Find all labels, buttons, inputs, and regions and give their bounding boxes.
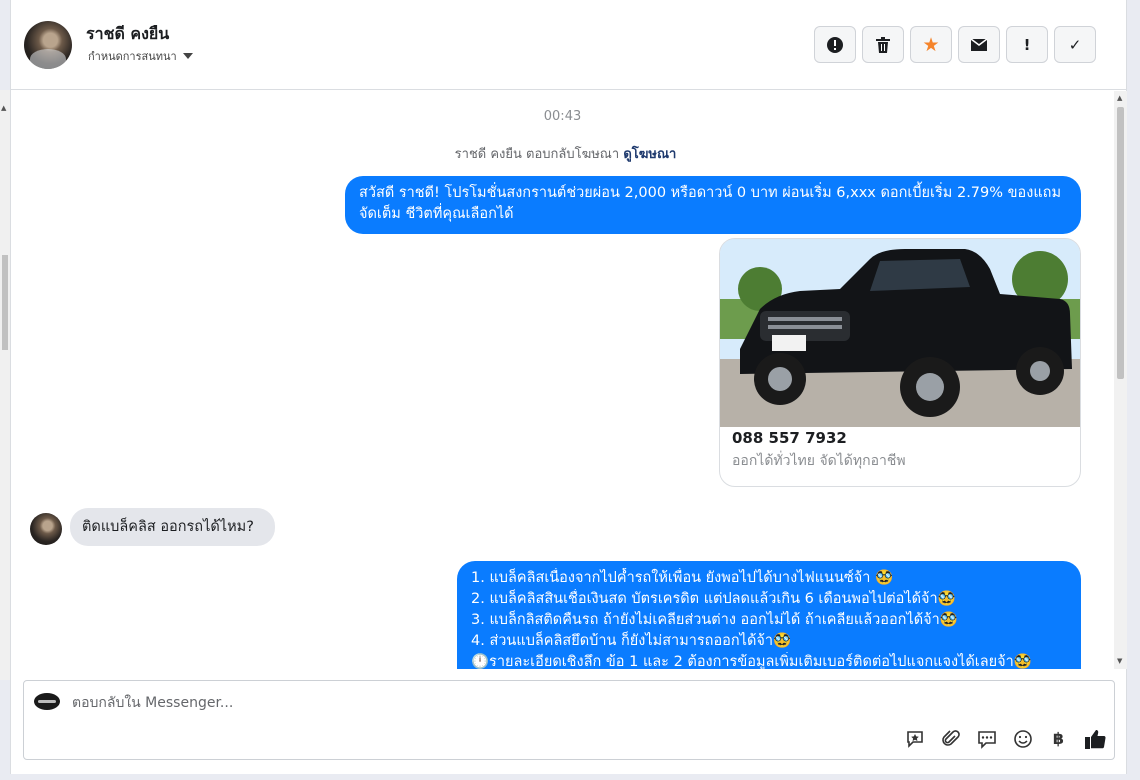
outgoing-message[interactable]: สวัสดี ราชดี! โปรโมชั่นสงกรานต์ช่วยผ่อน … xyxy=(345,176,1081,234)
scrollbar-thumb[interactable] xyxy=(2,255,8,350)
outgoing-message[interactable]: 1. แบล็คลิสเนื่องจากไปค้ำรถให้เพื่อน ยัง… xyxy=(457,561,1081,669)
scrollbar-thumb[interactable] xyxy=(1117,107,1124,379)
saved-reply-icon[interactable] xyxy=(903,727,926,750)
pickup-truck-image xyxy=(720,239,1080,427)
contact-avatar[interactable] xyxy=(24,21,72,69)
contact-name[interactable]: ราชดี คงยืน xyxy=(86,22,169,47)
checkmark-icon: ✓ xyxy=(1068,35,1082,54)
mark-unread-button[interactable] xyxy=(958,26,1000,63)
page-avatar xyxy=(34,693,60,710)
message-line: 🕛รายละเอียดเชิงลึก ข้อ 1 และ 2 ต้องการข้… xyxy=(471,654,1032,669)
view-ad-link[interactable]: ดูโฆษณา xyxy=(623,147,676,162)
scroll-up-arrow-icon[interactable]: ▲ xyxy=(1,104,6,112)
ad-card[interactable]: 088 557 7932 ออกได้ทั่วไทย จัดได้ทุกอาชี… xyxy=(719,238,1081,487)
conversation-settings-dropdown[interactable]: กำหนดการสนทนา xyxy=(88,47,193,65)
delete-button[interactable] xyxy=(862,26,904,63)
reply-composer: ฿ xyxy=(23,680,1115,760)
caret-down-icon xyxy=(182,53,193,59)
ad-description: ออกได้ทั่วไทย จัดได้ทุกอาชีพ xyxy=(732,453,906,469)
message-line: 4. ส่วนแบล็คลิสยึดบ้าน ก็ยังไม่สามารถออก… xyxy=(471,633,792,649)
mark-done-button[interactable]: ✓ xyxy=(1054,26,1096,63)
conversation-settings-label: กำหนดการสนทนา xyxy=(88,50,177,63)
message-line: สวัสดี ราชดี! โปรโมชั่นสงกรานต์ช่วยผ่อน … xyxy=(359,185,1062,201)
baht-payment-icon[interactable]: ฿ xyxy=(1047,727,1070,750)
attachment-icon[interactable] xyxy=(939,727,962,750)
incoming-message[interactable]: ติดแบล็คลิส ออกรถได้ไหม? xyxy=(70,508,275,546)
message-thread[interactable]: 00:43 ราชดี คงยืน ตอบกลับโฆษณา ดูโฆษณา ส… xyxy=(11,91,1114,669)
mark-spam-button[interactable] xyxy=(814,26,856,63)
composer-actions: ฿ xyxy=(903,727,1106,750)
star-button[interactable]: ★ xyxy=(910,26,952,63)
exclamation-icon: ! xyxy=(1023,35,1031,54)
ad-image xyxy=(720,239,1080,427)
message-line: 3. แบล็กลิสติดคืนรถ ถ้ายังไม่เคลียส่วนต่… xyxy=(471,612,958,628)
ad-phone-number: 088 557 7932 xyxy=(732,429,847,447)
scroll-up-arrow-icon[interactable]: ▲ xyxy=(1117,94,1122,102)
trash-icon xyxy=(876,36,890,53)
thumbs-up-icon[interactable] xyxy=(1083,727,1106,750)
action-toolbar: ★ ! ✓ xyxy=(814,26,1096,63)
ad-reply-notice: ราชดี คงยืน ตอบกลับโฆษณา ดูโฆษณา xyxy=(11,143,1114,164)
message-bubble-icon[interactable] xyxy=(975,727,998,750)
reply-input[interactable] xyxy=(72,693,872,713)
conversation-header: ราชดี คงยืน กำหนดการสนทนา ★ ! ✓ xyxy=(11,0,1126,90)
message-line: 2. แบล็คลิสสินเชื่อเงินสด บัตรเครดิต แต่… xyxy=(471,591,956,607)
ad-reply-text: ราชดี คงยืน ตอบกลับโฆษณา xyxy=(454,147,620,162)
mark-important-button[interactable]: ! xyxy=(1006,26,1048,63)
outer-left-scrollbar[interactable]: ▲ xyxy=(0,90,10,680)
scroll-down-arrow-icon[interactable]: ▼ xyxy=(1117,657,1122,665)
conversation-panel: ราชดี คงยืน กำหนดการสนทนา ★ ! ✓ 00:43 รา… xyxy=(10,0,1127,774)
message-line: 1. แบล็คลิสเนื่องจากไปค้ำรถให้เพื่อน ยัง… xyxy=(471,570,894,586)
thread-scrollbar[interactable]: ▲ ▼ xyxy=(1114,91,1127,669)
star-icon: ★ xyxy=(922,33,940,56)
emoji-icon[interactable] xyxy=(1011,727,1034,750)
alert-circle-icon xyxy=(827,36,843,53)
message-line: จัดเต็ม ชีวิตที่คุณเลือกได้ xyxy=(359,206,514,222)
envelope-icon xyxy=(970,37,988,51)
message-timestamp: 00:43 xyxy=(543,109,582,124)
contact-avatar-small[interactable] xyxy=(30,513,62,545)
